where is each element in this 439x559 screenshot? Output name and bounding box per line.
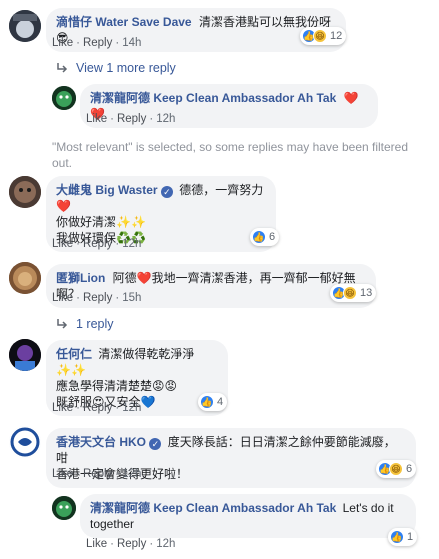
comment-actions: Like · Reply · 14h bbox=[52, 37, 142, 49]
like-button[interactable]: Like bbox=[52, 37, 73, 49]
commenter-name[interactable]: 清潔龍阿德 Keep Clean Ambassador Ah Tak bbox=[90, 91, 336, 105]
reply-button[interactable]: Reply bbox=[83, 292, 112, 304]
view-replies-link[interactable]: 1 reply bbox=[56, 317, 114, 331]
reply-button[interactable]: Reply bbox=[83, 238, 112, 250]
haha-reaction-icon: 😆 bbox=[343, 286, 357, 300]
reply-arrow-icon bbox=[57, 319, 68, 329]
like-button[interactable]: Like bbox=[86, 538, 107, 550]
comment-text-line-2: 應急學得清清楚楚😡😡 bbox=[56, 379, 178, 393]
commenter-name[interactable]: 滴惜仔 Water Save Dave bbox=[56, 15, 192, 29]
reply-button[interactable]: Reply bbox=[83, 468, 112, 480]
timestamp[interactable]: 12h bbox=[122, 402, 141, 414]
reaction-count: 1 bbox=[407, 531, 414, 543]
haha-reaction-icon: 😆 bbox=[313, 29, 327, 43]
reaction-summary[interactable]: 👍 😆 6 bbox=[376, 460, 417, 478]
avatar[interactable] bbox=[52, 496, 76, 520]
reply-text-line-2: together bbox=[90, 517, 135, 531]
like-button[interactable]: Like bbox=[52, 238, 73, 250]
like-button[interactable]: Like bbox=[52, 402, 73, 414]
reply-button[interactable]: Reply bbox=[117, 113, 146, 125]
view-more-label: View 1 more reply bbox=[76, 61, 176, 75]
timestamp[interactable]: 12h bbox=[122, 238, 141, 250]
reply-actions: Like · Reply · 12h bbox=[86, 113, 176, 125]
timestamp[interactable]: 12h bbox=[156, 113, 175, 125]
verified-badge-icon: ✓ bbox=[149, 438, 162, 450]
reply-bubble: 清潔龍阿德 Keep Clean Ambassador Ah Tak Let's… bbox=[80, 494, 416, 538]
reaction-count: 4 bbox=[217, 396, 224, 408]
commenter-name[interactable]: 大雌鬼 Big Waster bbox=[56, 183, 158, 197]
reply-actions: Like · Reply · 12h bbox=[86, 538, 176, 550]
reaction-count: 6 bbox=[406, 463, 413, 475]
reply-arrow-icon bbox=[57, 63, 68, 73]
comment-actions: Like · Reply · 12h bbox=[52, 402, 142, 414]
reaction-count: 13 bbox=[360, 287, 373, 299]
reply-button[interactable]: Reply bbox=[83, 37, 112, 49]
commenter-name[interactable]: 清潔龍阿德 Keep Clean Ambassador Ah Tak bbox=[90, 501, 336, 515]
comment-actions: Like · Reply · 15h bbox=[52, 292, 142, 304]
avatar[interactable] bbox=[9, 10, 41, 42]
avatar[interactable] bbox=[9, 339, 41, 371]
timestamp[interactable]: 12h bbox=[156, 538, 175, 550]
timestamp[interactable]: 14h bbox=[122, 37, 141, 49]
view-more-replies-link[interactable]: View 1 more reply bbox=[56, 61, 176, 75]
filter-notice: "Most relevant" is selected, so some rep… bbox=[52, 140, 409, 170]
commenter-name[interactable]: 匿獅Lion bbox=[56, 271, 105, 285]
reply-text-line-1: Let's do it bbox=[342, 501, 394, 515]
like-button[interactable]: Like bbox=[86, 113, 107, 125]
reply-button[interactable]: Reply bbox=[117, 538, 146, 550]
haha-reaction-icon: 😆 bbox=[389, 462, 403, 476]
reaction-count: 12 bbox=[330, 30, 343, 42]
like-reaction-icon: 👍 bbox=[390, 530, 404, 544]
like-reaction-icon: 👍 bbox=[252, 230, 266, 244]
commenter-name[interactable]: 任何仁 bbox=[56, 347, 92, 361]
avatar[interactable] bbox=[52, 86, 76, 110]
avatar[interactable] bbox=[9, 176, 41, 208]
avatar[interactable] bbox=[9, 426, 41, 458]
reaction-summary[interactable]: 👍 4 bbox=[198, 393, 228, 411]
reaction-summary[interactable]: 👍 😆 13 bbox=[330, 284, 377, 302]
comment-actions: Like · Reply · 12h bbox=[52, 468, 142, 480]
reaction-summary[interactable]: 👍 1 bbox=[388, 528, 418, 546]
timestamp[interactable]: 12h bbox=[122, 468, 141, 480]
comment-actions: Like · Reply · 12h bbox=[52, 238, 142, 250]
view-replies-label: 1 reply bbox=[76, 317, 114, 331]
reaction-count: 6 bbox=[269, 231, 276, 243]
verified-badge-icon: ✓ bbox=[160, 186, 173, 198]
reaction-summary[interactable]: 👍 😆 12 bbox=[300, 27, 347, 45]
like-button[interactable]: Like bbox=[52, 468, 73, 480]
timestamp[interactable]: 15h bbox=[122, 292, 141, 304]
comment-text-line-2: 你做好清潔✨✨ bbox=[56, 215, 146, 229]
avatar[interactable] bbox=[9, 262, 41, 294]
reaction-summary[interactable]: 👍 6 bbox=[250, 228, 280, 246]
commenter-name[interactable]: 香港天文台 HKO bbox=[56, 435, 146, 449]
like-button[interactable]: Like bbox=[52, 292, 73, 304]
like-reaction-icon: 👍 bbox=[200, 395, 214, 409]
reply-button[interactable]: Reply bbox=[83, 402, 112, 414]
